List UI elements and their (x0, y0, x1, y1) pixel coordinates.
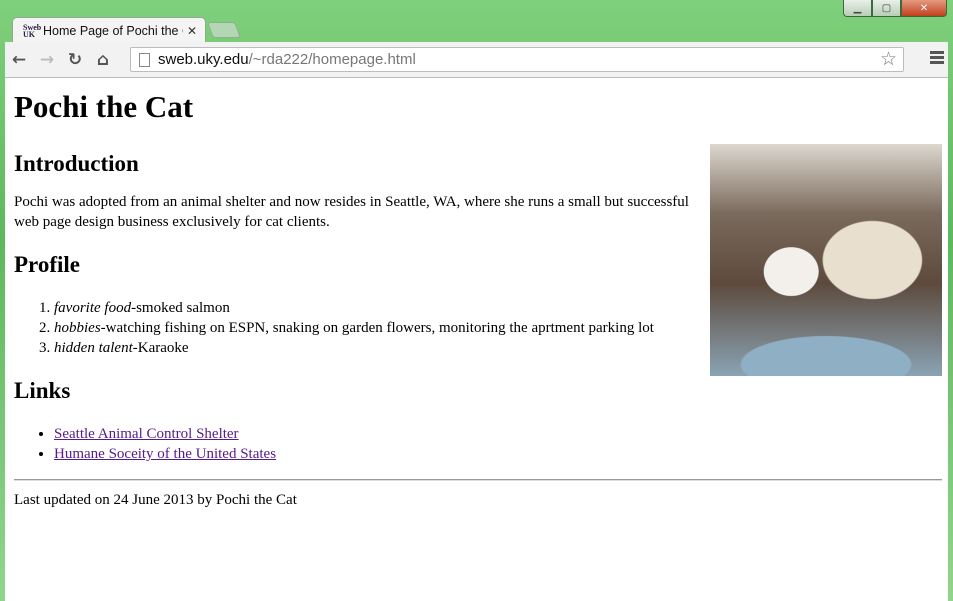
forward-icon[interactable]: → (33, 50, 61, 70)
tab-title: Home Page of Pochi the Cat (43, 23, 183, 38)
back-icon[interactable]: ← (5, 50, 33, 70)
menu-icon[interactable] (930, 51, 944, 66)
minimize-icon[interactable]: ▁ (843, 0, 872, 17)
page-icon (139, 52, 150, 67)
star-icon[interactable]: ☆ (880, 48, 897, 71)
toolbar: ← → ↻ ⌂ sweb.uky.edu/~rda222/homepage.ht… (5, 42, 948, 78)
tab-close-icon[interactable]: ✕ (187, 24, 197, 38)
page-title: Pochi the Cat (14, 89, 194, 124)
intro-text: Pochi was adopted from an animal shelter… (14, 194, 689, 230)
favicon: Sweb UK (23, 22, 42, 39)
link-seattle-shelter[interactable]: Seattle Animal Control Shelter (54, 426, 239, 442)
close-icon[interactable]: ✕ (901, 0, 947, 17)
maximize-icon[interactable]: ▢ (872, 0, 901, 17)
cat-photo (710, 144, 942, 376)
new-tab-button[interactable] (207, 22, 241, 38)
reload-icon[interactable]: ↻ (61, 50, 89, 70)
link-humane-society[interactable]: Humane Soceity of the United States (54, 446, 276, 462)
links-list: Seattle Animal Control Shelter Humane So… (14, 424, 939, 464)
home-icon[interactable]: ⌂ (89, 50, 117, 70)
divider (14, 479, 942, 481)
window-controls: ▁ ▢ ✕ (843, 0, 947, 17)
url-host: sweb.uky.edu (158, 51, 249, 68)
url-path: /~rda222/homepage.html (248, 51, 416, 68)
browser-tab[interactable]: SwebUK Home Page of Pochi the Cat ✕ (12, 17, 206, 43)
page-content: Pochi the Cat Introduction Pochi was ado… (5, 78, 948, 601)
address-bar[interactable]: sweb.uky.edu/~rda222/homepage.html ☆ (130, 47, 904, 72)
links-heading: Links (14, 378, 71, 403)
footer-text: Last updated on 24 June 2013 by Pochi th… (14, 492, 297, 508)
